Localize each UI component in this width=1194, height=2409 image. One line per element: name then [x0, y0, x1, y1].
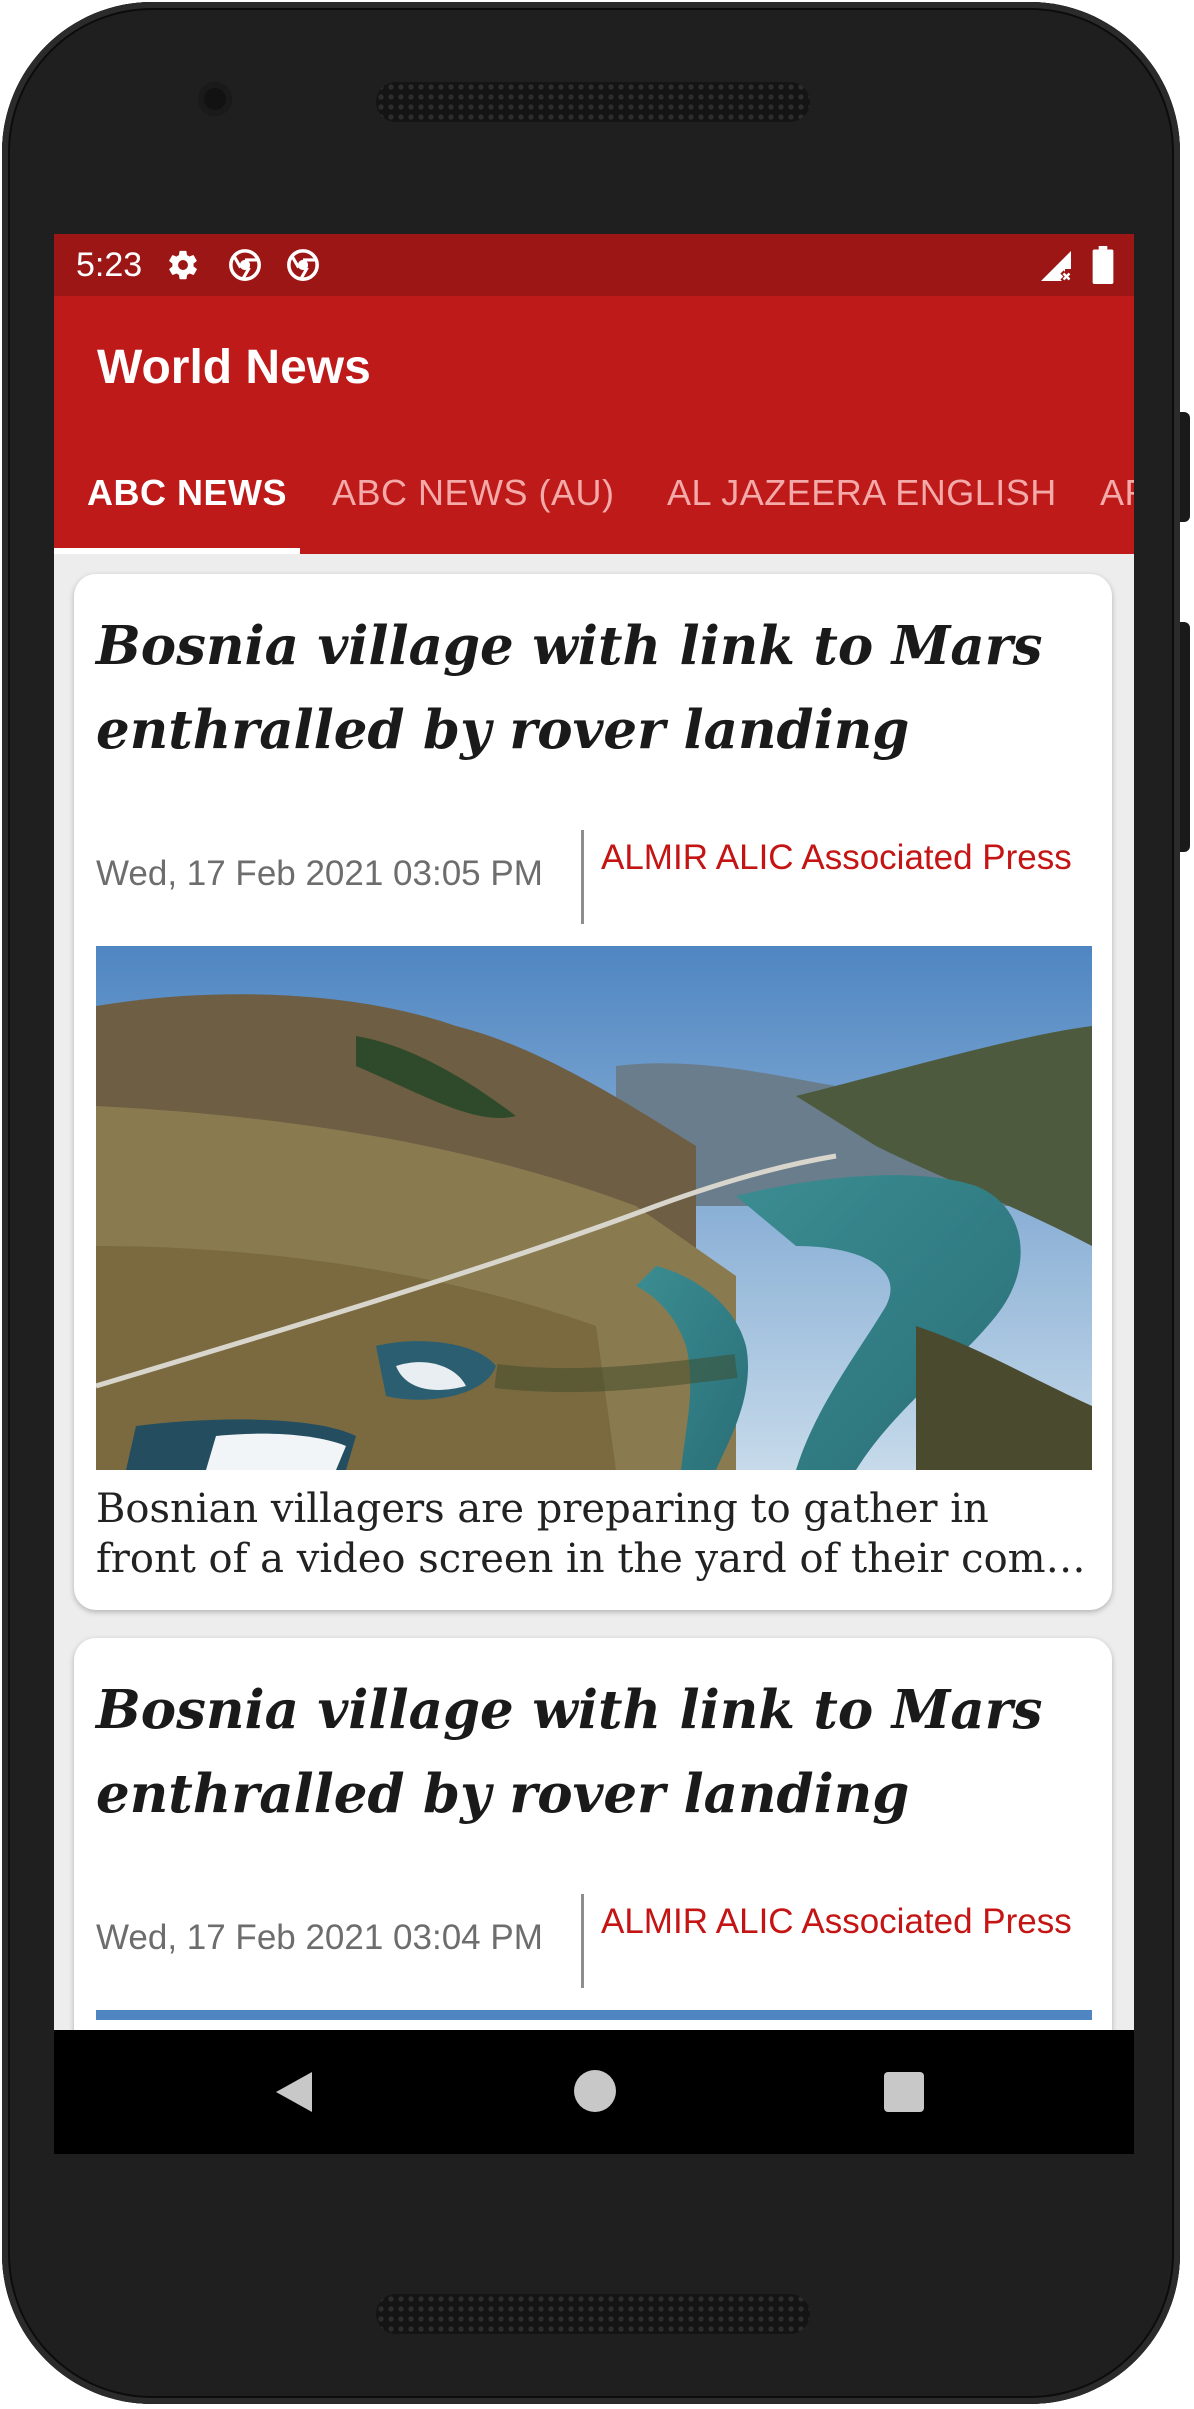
recents-icon[interactable] [884, 2072, 924, 2112]
navigation-bar [54, 2030, 1134, 2154]
article-image [96, 946, 1092, 1470]
article-card[interactable]: Bosnia village with link to Mars enthral… [74, 574, 1112, 1610]
app-title: World News [97, 341, 371, 394]
status-time: 5:23 [76, 246, 143, 284]
home-icon[interactable] [574, 2070, 616, 2112]
tab-abc-news-au[interactable]: ABC NEWS (AU) [332, 472, 615, 514]
news-feed[interactable]: Bosnia village with link to Mars enthral… [54, 554, 1134, 2054]
article-image [96, 2010, 1092, 2020]
divider [581, 830, 584, 924]
front-camera [198, 82, 232, 116]
tab-partial[interactable]: AR [1100, 472, 1134, 514]
article-card[interactable]: Bosnia village with link to Mars enthral… [74, 1638, 1112, 2054]
article-source: ALMIR ALIC Associated Press [601, 838, 1072, 877]
power-button [1180, 622, 1190, 852]
signal-icon [1041, 251, 1073, 283]
top-speaker [376, 82, 810, 122]
article-title: Bosnia village with link to Mars enthral… [96, 1679, 1043, 1825]
status-bar: 5:23 [54, 234, 1134, 296]
bottom-speaker [376, 2294, 810, 2334]
chrome-icon [229, 249, 261, 281]
app-bar: World News [54, 296, 1134, 426]
article-date: Wed, 17 Feb 2021 03:05 PM [96, 854, 543, 893]
battery-icon [1092, 246, 1114, 284]
volume-button [1180, 412, 1190, 522]
phone-frame: 5:23 World News ABC NEWS ABC NEWS (AU) A… [2, 2, 1190, 2404]
tab-bar: ABC NEWS ABC NEWS (AU) AL JAZEERA ENGLIS… [54, 426, 1134, 554]
article-source: ALMIR ALIC Associated Press [601, 1902, 1072, 1941]
article-title: Bosnia village with link to Mars enthral… [96, 615, 1043, 761]
chrome-icon [287, 249, 319, 281]
screen: 5:23 World News ABC NEWS ABC NEWS (AU) A… [54, 234, 1134, 2154]
article-date: Wed, 17 Feb 2021 03:04 PM [96, 1918, 543, 1957]
back-icon[interactable] [272, 2070, 316, 2114]
tab-abc-news[interactable]: ABC NEWS [87, 472, 287, 514]
article-description: Bosnian villagers are preparing to gathe… [96, 1486, 1086, 1582]
tab-al-jazeera-english[interactable]: AL JAZEERA ENGLISH [667, 472, 1057, 514]
divider [581, 1894, 584, 1988]
gear-icon [169, 250, 197, 280]
